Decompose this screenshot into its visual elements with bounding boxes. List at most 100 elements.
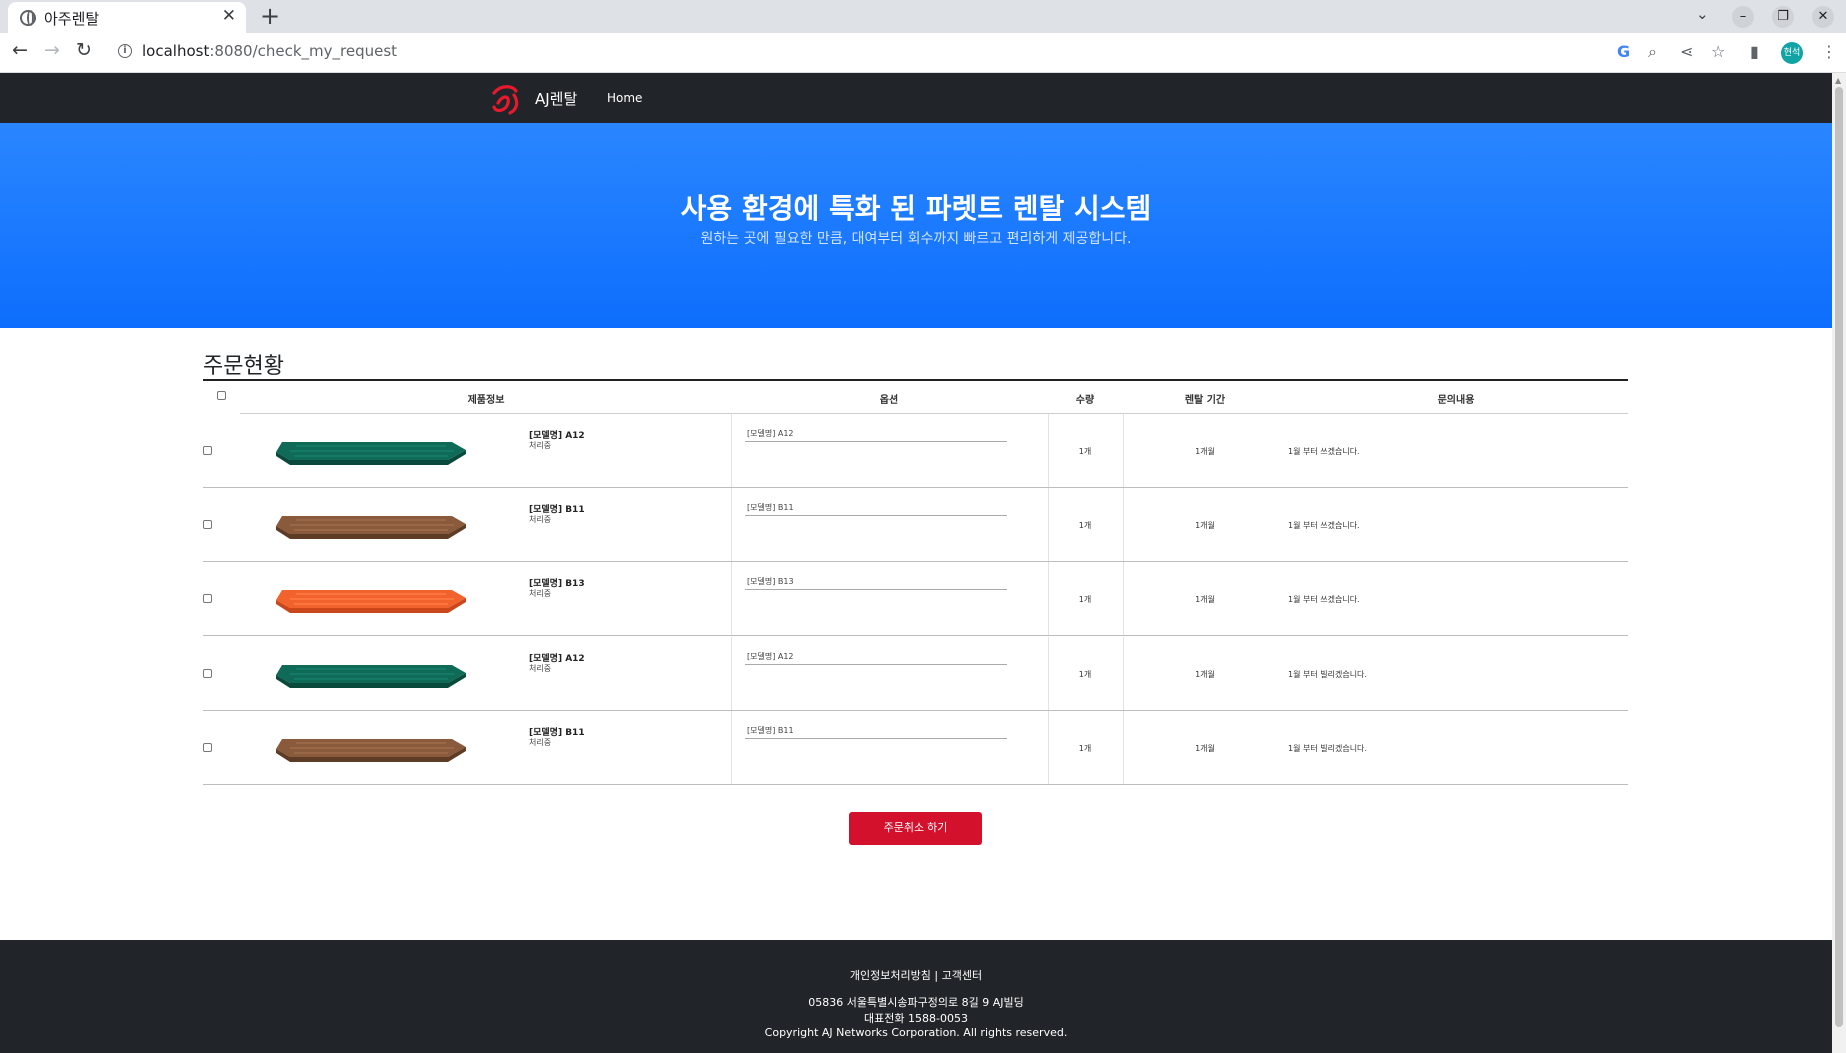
tab-title: 아주렌탈 xyxy=(44,10,100,28)
browser-tab[interactable]: 아주렌탈 ✕ xyxy=(8,2,246,33)
option-field: [모델명] B13 xyxy=(745,576,1007,590)
column-divider xyxy=(1048,711,1049,784)
column-divider xyxy=(1123,562,1124,635)
address-bar[interactable]: i localhost:8080/check_my_request xyxy=(108,37,1598,67)
rental-period-value: 1개월 xyxy=(1195,595,1215,604)
brand-name[interactable]: AJ렌탈 xyxy=(535,88,577,109)
inquiry-text: 1월 부터 빌리겠습니다. xyxy=(1288,670,1367,679)
url-path: :8080/check_my_request xyxy=(209,42,398,60)
zoom-icon[interactable]: ⌕ xyxy=(1648,42,1657,62)
header-option: 옵션 xyxy=(879,395,899,406)
reload-icon[interactable]: ↻ xyxy=(76,39,92,61)
close-tab-icon[interactable]: ✕ xyxy=(222,6,236,26)
order-row: [모델명] B11 처리중 [모델명] B11 1개 1개월 1월 부터 빌리겠습니다. xyxy=(203,711,1628,785)
site-info-icon[interactable]: i xyxy=(118,44,132,58)
header-period: 렌탈 기간 xyxy=(1184,395,1226,406)
option-field: [모델명] A12 xyxy=(745,651,1007,665)
side-panel-icon[interactable]: ▮ xyxy=(1750,42,1759,61)
column-divider xyxy=(731,414,732,487)
google-lens-icon[interactable]: G xyxy=(1617,42,1630,61)
row-checkbox[interactable] xyxy=(203,520,212,529)
footer-address: 05836 서울특별시송파구정의로 8길 9 AJ빌딩 xyxy=(808,996,1024,1009)
rental-period-value: 1개월 xyxy=(1195,670,1215,679)
header-inquiry: 문의내용 xyxy=(1437,395,1475,406)
column-divider xyxy=(731,562,732,635)
page-scrollbar[interactable]: ▲ xyxy=(1832,73,1846,1053)
row-checkbox[interactable] xyxy=(203,743,212,752)
profile-avatar[interactable]: 현석 xyxy=(1781,42,1803,64)
pallet-product-image xyxy=(276,665,466,688)
product-status: 처리중 xyxy=(529,738,552,747)
footer-links[interactable]: 개인정보처리방침 | 고객센터 xyxy=(0,967,1832,983)
cancel-order-button[interactable]: 주문취소 하기 xyxy=(849,812,982,845)
row-checkbox[interactable] xyxy=(203,446,212,455)
rental-period-value: 1개월 xyxy=(1195,447,1215,456)
url-text[interactable]: localhost:8080/check_my_request xyxy=(142,42,397,60)
column-divider xyxy=(1123,488,1124,561)
rental-period-value: 1개월 xyxy=(1195,521,1215,530)
rental-period-value: 1개월 xyxy=(1195,744,1215,753)
row-checkbox[interactable] xyxy=(203,594,212,603)
quantity-value: 1개 xyxy=(1078,670,1092,679)
forward-icon[interactable]: → xyxy=(44,39,60,61)
hero-subtitle: 원하는 곳에 필요한 만큼, 대여부터 회수까지 빠르고 편리하게 제공합니다. xyxy=(700,231,1132,247)
quantity-value: 1개 xyxy=(1078,595,1092,604)
order-row: [모델명] A12 처리중 [모델명] A12 1개 1개월 1월 부터 빌리겠습니다. xyxy=(203,637,1628,711)
column-divider xyxy=(1123,637,1124,710)
minimize-icon[interactable]: – xyxy=(1732,6,1754,28)
aj-logo-icon[interactable] xyxy=(490,81,524,115)
bookmark-star-icon[interactable]: ☆ xyxy=(1711,42,1725,61)
header-product: 제품정보 xyxy=(467,395,505,406)
quantity-value: 1개 xyxy=(1078,744,1092,753)
share-icon[interactable]: ⋖ xyxy=(1680,42,1693,61)
menu-kebab-icon[interactable]: ⋮ xyxy=(1821,42,1837,61)
order-row: [모델명] B13 처리중 [모델명] B13 1개 1개월 1월 부터 쓰겠습니다. xyxy=(203,562,1628,636)
scroll-up-arrow-icon[interactable]: ▲ xyxy=(1835,76,1841,85)
quantity-value: 1개 xyxy=(1078,447,1092,456)
select-all-checkbox[interactable] xyxy=(217,391,226,400)
option-field: [모델명] B11 xyxy=(745,502,1007,516)
title-divider xyxy=(203,379,1628,381)
column-divider xyxy=(1048,414,1049,487)
product-status: 처리중 xyxy=(529,589,552,598)
restore-icon[interactable]: ❐ xyxy=(1772,6,1794,28)
scrollbar-thumb[interactable] xyxy=(1835,87,1843,1027)
order-row: [모델명] B11 처리중 [모델명] B11 1개 1개월 1월 부터 쓰겠습니다. xyxy=(203,488,1628,562)
column-divider xyxy=(731,488,732,561)
close-window-icon[interactable]: ✕ xyxy=(1812,6,1834,28)
pallet-product-image xyxy=(276,590,466,613)
column-divider xyxy=(1048,562,1049,635)
new-tab-icon[interactable]: + xyxy=(260,2,280,30)
column-divider xyxy=(1048,637,1049,710)
nav-home-link[interactable]: Home xyxy=(607,91,642,105)
footer-phone: 대표전화 1588-0053 xyxy=(864,1012,968,1025)
header-quantity: 수량 xyxy=(1075,395,1095,406)
row-checkbox[interactable] xyxy=(203,669,212,678)
footer-copyright: Copyright AJ Networks Corporation. All r… xyxy=(764,1026,1068,1039)
page-content: AJ렌탈 Home 사용 환경에 특화 된 파렛트 렌탈 시스템 원하는 곳에 … xyxy=(0,73,1832,1053)
inquiry-text: 1월 부터 쓰겠습니다. xyxy=(1288,595,1360,604)
inquiry-text: 1월 부터 쓰겠습니다. xyxy=(1288,447,1360,456)
row-divider xyxy=(203,784,1628,785)
column-divider xyxy=(1123,414,1124,487)
column-divider xyxy=(1123,711,1124,784)
product-status: 처리중 xyxy=(529,441,552,450)
option-field: [모델명] B11 xyxy=(745,725,1007,739)
back-icon[interactable]: ← xyxy=(12,39,28,61)
order-status-title: 주문현황 xyxy=(203,354,284,379)
tab-search-chevron-icon[interactable]: ⌄ xyxy=(1696,5,1709,23)
pallet-product-image xyxy=(276,516,466,539)
hero-banner: 사용 환경에 특화 된 파렛트 렌탈 시스템 원하는 곳에 필요한 만큼, 대여… xyxy=(0,123,1832,328)
globe-icon xyxy=(20,10,36,26)
inquiry-text: 1월 부터 쓰겠습니다. xyxy=(1288,521,1360,530)
column-divider xyxy=(731,637,732,710)
browser-toolbar: ← → ↻ i localhost:8080/check_my_request … xyxy=(0,33,1846,73)
row-divider xyxy=(203,635,1628,636)
column-divider xyxy=(1048,488,1049,561)
url-host: localhost xyxy=(142,42,210,60)
column-divider xyxy=(731,711,732,784)
pallet-product-image xyxy=(276,442,466,465)
hero-title: 사용 환경에 특화 된 파렛트 렌탈 시스템 xyxy=(680,192,1152,225)
inquiry-text: 1월 부터 빌리겠습니다. xyxy=(1288,744,1367,753)
quantity-value: 1개 xyxy=(1078,521,1092,530)
